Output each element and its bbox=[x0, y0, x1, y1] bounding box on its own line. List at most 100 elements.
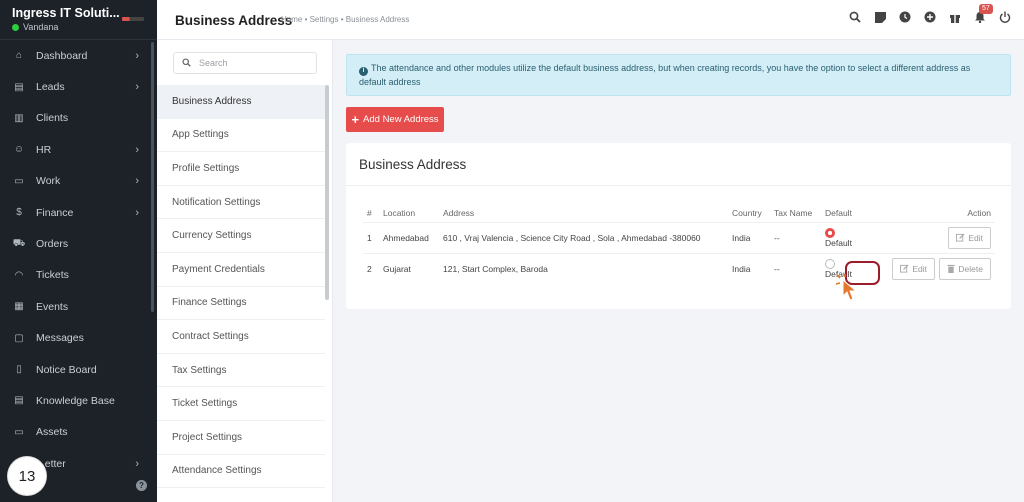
table-header-row: # Location Address Country Tax Name Defa… bbox=[363, 205, 995, 222]
online-status-icon bbox=[12, 23, 19, 31]
settings-item-ticket-settings[interactable]: Ticket Settings bbox=[157, 387, 325, 421]
edit-label: Edit bbox=[968, 232, 983, 243]
sidebar-item-label: Clients bbox=[36, 112, 69, 125]
edit-button[interactable]: Edit bbox=[948, 226, 991, 249]
headset-icon: ◠ bbox=[14, 269, 24, 281]
row-num: 2 bbox=[363, 252, 379, 284]
brand-progress-indicator bbox=[122, 17, 144, 21]
sidebar-item-work[interactable]: ▭ Work › bbox=[0, 166, 157, 197]
sidebar-scrollbar[interactable] bbox=[151, 42, 154, 312]
sidebar-item-notice-board[interactable]: ▯ Notice Board bbox=[0, 354, 157, 385]
settings-menu-list: Business Address App Settings Profile Sett… bbox=[157, 85, 325, 489]
row-default: Default bbox=[821, 221, 869, 253]
chat-icon: ▢ bbox=[14, 332, 24, 344]
home-icon: ⌂ bbox=[15, 50, 23, 62]
col-header-action: Action bbox=[967, 208, 991, 219]
sidebar-item-dashboard[interactable]: ⌂ Dashboard › bbox=[0, 40, 157, 71]
briefcase-icon: ▭ bbox=[14, 175, 24, 187]
bell-icon[interactable]: 57 bbox=[973, 4, 993, 24]
help-icon[interactable]: ? bbox=[136, 480, 147, 491]
sidebar-item-label: Messages bbox=[36, 332, 84, 345]
trash-icon bbox=[947, 265, 956, 274]
row-location: Ahmedabad bbox=[379, 221, 439, 253]
default-radio-unselected[interactable] bbox=[825, 258, 835, 269]
monitor-icon: ▭ bbox=[14, 426, 24, 438]
sidebar-item-label: Work bbox=[36, 175, 61, 188]
card-divider bbox=[346, 185, 1011, 186]
col-header-location: Location bbox=[383, 208, 416, 219]
add-new-address-button[interactable]: + Add New Address bbox=[346, 107, 444, 132]
sticky-note-icon[interactable] bbox=[873, 10, 887, 24]
sidebar-item-knowledge-base[interactable]: ▤ Knowledge Base bbox=[0, 385, 157, 416]
alert-text: The attendance and other modules utilize… bbox=[359, 63, 971, 87]
settings-item-finance-settings[interactable]: Finance Settings bbox=[157, 287, 325, 321]
row-address: 121, Start Complex, Baroda bbox=[439, 252, 728, 284]
col-header-default: Default bbox=[825, 208, 852, 219]
sidebar-item-label: Assets bbox=[36, 426, 68, 439]
chevron-right-icon: › bbox=[135, 143, 139, 156]
brand-header[interactable]: Ingress IT Soluti... Vandana bbox=[0, 0, 157, 40]
user-name: Vandana bbox=[23, 22, 59, 32]
settings-item-contract-settings[interactable]: Contract Settings bbox=[157, 320, 325, 354]
row-tax-name: -- bbox=[770, 252, 821, 284]
clock-icon[interactable] bbox=[898, 10, 912, 24]
table-row: 1 Ahmedabad 610 , Vraj Valencia , Scienc… bbox=[363, 221, 995, 253]
col-header-country: Country bbox=[732, 208, 762, 219]
row-country: India bbox=[728, 221, 770, 253]
power-icon[interactable] bbox=[998, 10, 1012, 24]
delete-label: Delete bbox=[958, 263, 983, 274]
chevron-right-icon: › bbox=[135, 457, 139, 470]
sidebar-item-finance[interactable]: $ Finance › bbox=[0, 197, 157, 228]
top-header: Business Address Home • Settings • Busin… bbox=[157, 0, 1024, 40]
settings-item-tax-settings[interactable]: Tax Settings bbox=[157, 354, 325, 388]
settings-item-currency-settings[interactable]: Currency Settings bbox=[157, 219, 325, 253]
main-sidebar: Ingress IT Soluti... Vandana ⌂ Dashboard ›… bbox=[0, 0, 157, 502]
delete-button[interactable]: Delete bbox=[939, 257, 991, 280]
sidebar-item-label: Finance bbox=[36, 206, 74, 219]
row-actions: Edit bbox=[869, 221, 995, 253]
settings-item-notification-settings[interactable]: Notification Settings bbox=[157, 186, 325, 220]
sidebar-item-hr[interactable]: ☺ HR › bbox=[0, 134, 157, 165]
building-icon: ▥ bbox=[14, 112, 24, 124]
edit-button[interactable]: Edit bbox=[892, 257, 936, 280]
settings-item-payment-credentials[interactable]: Payment Credentials bbox=[157, 253, 325, 287]
sidebar-item-leads[interactable]: ▤ Leads › bbox=[0, 71, 157, 102]
pointer-cursor-icon bbox=[836, 274, 858, 301]
sidebar-nav: ⌂ Dashboard › ▤ Leads › ▥ Clients ☺ HR › ▭ Work › $ Fin… bbox=[0, 40, 157, 479]
edit-label: Edit bbox=[912, 263, 928, 274]
settings-item-business-address[interactable]: Business Address bbox=[157, 85, 325, 119]
breadcrumb: Home • Settings • Business Address bbox=[281, 15, 410, 24]
address-table: # Location Address Country Tax Name Defa… bbox=[363, 205, 995, 284]
settings-search-input[interactable]: Search bbox=[173, 52, 317, 74]
row-num: 1 bbox=[363, 221, 379, 253]
chevron-right-icon: › bbox=[135, 206, 139, 219]
sidebar-item-orders[interactable]: ⛟ Orders bbox=[0, 228, 157, 259]
sidebar-item-clients[interactable]: ▥ Clients bbox=[0, 103, 157, 134]
sidebar-item-messages[interactable]: ▢ Messages bbox=[0, 323, 157, 354]
add-circle-icon[interactable] bbox=[923, 10, 937, 24]
search-icon[interactable] bbox=[848, 10, 862, 24]
notification-count: 57 bbox=[979, 4, 993, 14]
main-content: i The attendance and other modules utiliz… bbox=[333, 40, 1024, 502]
sidebar-item-tickets[interactable]: ◠ Tickets bbox=[0, 260, 157, 291]
col-header-num: # bbox=[367, 208, 372, 219]
people-icon: ☺ bbox=[13, 144, 25, 156]
settings-item-attendance-settings[interactable]: Attendance Settings bbox=[157, 455, 325, 489]
sidebar-item-assets[interactable]: ▭ Assets bbox=[0, 417, 157, 448]
chevron-right-icon: › bbox=[135, 175, 139, 188]
gift-icon[interactable] bbox=[948, 10, 962, 24]
default-label: Default bbox=[825, 237, 852, 248]
default-radio-selected[interactable] bbox=[825, 227, 835, 238]
info-icon: i bbox=[359, 66, 368, 76]
row-tax-name: -- bbox=[770, 221, 821, 253]
settings-item-app-settings[interactable]: App Settings bbox=[157, 119, 325, 153]
row-actions: Edit Delete bbox=[869, 252, 995, 284]
sidebar-item-label: Dashboard bbox=[36, 49, 88, 62]
id-card-icon: ▤ bbox=[14, 81, 24, 93]
settings-item-profile-settings[interactable]: Profile Settings bbox=[157, 152, 325, 186]
sidebar-item-events[interactable]: ▦ Events bbox=[0, 291, 157, 322]
settings-menu-scrollbar[interactable] bbox=[325, 85, 329, 300]
page-title: Business Address bbox=[175, 13, 293, 28]
chevron-right-icon: › bbox=[135, 49, 139, 62]
settings-item-project-settings[interactable]: Project Settings bbox=[157, 421, 325, 455]
